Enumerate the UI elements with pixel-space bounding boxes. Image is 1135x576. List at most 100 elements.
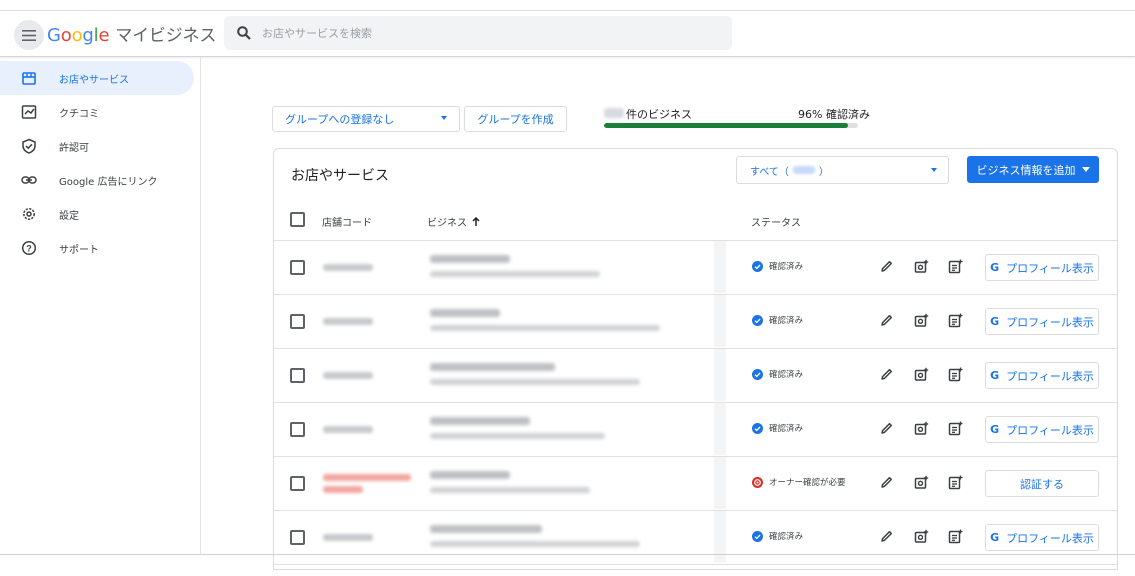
verification-progress-bar bbox=[604, 123, 858, 128]
google-g-icon: G bbox=[990, 369, 1000, 382]
view-profile-button[interactable]: G プロフィール表示 bbox=[985, 416, 1099, 443]
search-input[interactable]: お店やサービスを検索 bbox=[262, 25, 372, 41]
search-icon bbox=[237, 26, 251, 40]
sidebar-item-label: 設定 bbox=[59, 210, 79, 222]
edit-pencil-icon[interactable] bbox=[879, 421, 894, 436]
link-icon bbox=[21, 176, 37, 184]
create-post-icon[interactable] bbox=[948, 367, 963, 382]
create-group-button[interactable]: グループを作成 bbox=[464, 106, 567, 132]
view-profile-button[interactable]: G プロフィール表示 bbox=[985, 362, 1099, 389]
sidebar-item-locations[interactable]: お店やサービス bbox=[0, 61, 194, 95]
verified-check-icon bbox=[752, 260, 763, 272]
business-name-redacted bbox=[430, 471, 510, 479]
row-checkbox[interactable] bbox=[290, 368, 305, 383]
sidebar: お店やサービス クチコミ 許認可 Google 広告にリンク 設定 ? サポート bbox=[0, 57, 201, 555]
business-count-label: 件のビジネス bbox=[626, 108, 692, 121]
verified-check-icon bbox=[752, 530, 763, 542]
google-g-icon: G bbox=[990, 423, 1000, 436]
search-box[interactable]: お店やサービスを検索 bbox=[224, 16, 732, 50]
table-row[interactable]: 確認済み G プロフィール表示 bbox=[274, 511, 1117, 565]
edit-pencil-icon[interactable] bbox=[879, 313, 894, 328]
business-cell-edge bbox=[714, 295, 726, 347]
view-profile-button[interactable]: G プロフィール表示 bbox=[985, 524, 1099, 551]
sidebar-item-licenses[interactable]: 許認可 bbox=[0, 129, 194, 163]
dropdown-caret-icon bbox=[441, 116, 447, 120]
business-name-redacted bbox=[430, 309, 500, 317]
hamburger-menu-icon bbox=[22, 29, 36, 41]
table-row[interactable]: 確認済み G プロフィール表示 bbox=[274, 241, 1117, 295]
status-badge: 確認済み bbox=[752, 260, 803, 272]
sidebar-item-label: Google 広告にリンク bbox=[59, 176, 158, 188]
column-header-status[interactable]: ステータス bbox=[751, 214, 801, 229]
google-my-business-logo[interactable]: Google マイビジネス bbox=[47, 21, 216, 46]
status-badge: 確認済み bbox=[752, 368, 803, 380]
business-count-redacted bbox=[604, 108, 624, 118]
create-post-icon[interactable] bbox=[948, 313, 963, 328]
table-row[interactable]: 確認済み G プロフィール表示 bbox=[274, 295, 1117, 349]
main-menu-button[interactable] bbox=[14, 20, 44, 50]
sidebar-item-reviews[interactable]: クチコミ bbox=[0, 95, 194, 129]
table-row[interactable]: オーナー確認が必要 認証する bbox=[274, 457, 1117, 511]
google-g-icon: G bbox=[990, 315, 1000, 328]
store-code-redacted bbox=[323, 318, 373, 325]
row-checkbox[interactable] bbox=[290, 530, 305, 545]
dropdown-caret-icon bbox=[931, 168, 937, 172]
store-code-redacted bbox=[323, 372, 373, 379]
store-code-redacted bbox=[323, 264, 373, 271]
create-post-icon[interactable] bbox=[948, 475, 963, 490]
google-g-icon: G bbox=[990, 531, 1000, 544]
business-cell-edge bbox=[714, 403, 726, 455]
alert-icon bbox=[752, 476, 763, 488]
table-row[interactable]: 確認済み G プロフィール表示 bbox=[274, 403, 1117, 457]
add-photo-icon[interactable] bbox=[914, 367, 929, 382]
status-filter-select[interactable]: すべて（） bbox=[736, 156, 949, 184]
view-profile-button[interactable]: G プロフィール表示 bbox=[985, 254, 1099, 281]
add-business-button[interactable]: ビジネス情報を追加 bbox=[967, 156, 1099, 183]
edit-pencil-icon[interactable] bbox=[879, 529, 894, 544]
storefront-icon bbox=[22, 72, 36, 85]
verified-check-icon bbox=[752, 368, 763, 380]
store-code-redacted bbox=[323, 534, 373, 541]
add-photo-icon[interactable] bbox=[914, 313, 929, 328]
add-photo-icon[interactable] bbox=[914, 529, 929, 544]
create-post-icon[interactable] bbox=[948, 259, 963, 274]
row-checkbox[interactable] bbox=[290, 476, 305, 491]
create-post-icon[interactable] bbox=[948, 421, 963, 436]
business-name-redacted bbox=[430, 417, 530, 425]
verified-percent-label: 96% 確認済み bbox=[798, 108, 870, 121]
business-name-redacted bbox=[430, 363, 555, 371]
business-address-redacted bbox=[430, 433, 605, 439]
dropdown-caret-icon bbox=[1081, 167, 1090, 172]
business-cell-edge bbox=[714, 511, 726, 563]
column-header-business[interactable]: ビジネス bbox=[427, 214, 480, 229]
status-badge: 確認済み bbox=[752, 422, 803, 434]
business-address-redacted bbox=[430, 541, 640, 547]
row-checkbox[interactable] bbox=[290, 260, 305, 275]
row-checkbox[interactable] bbox=[290, 314, 305, 329]
table-row[interactable]: 確認済み G プロフィール表示 bbox=[274, 349, 1117, 403]
select-all-checkbox[interactable] bbox=[290, 212, 305, 227]
create-post-icon[interactable] bbox=[948, 529, 963, 544]
sidebar-item-label: クチコミ bbox=[59, 108, 99, 120]
table-header: 店舗コード ビジネス ステータス bbox=[274, 201, 1117, 241]
business-address-redacted bbox=[430, 271, 600, 277]
sidebar-item-settings[interactable]: 設定 bbox=[0, 197, 194, 231]
verify-button[interactable]: 認証する bbox=[985, 470, 1099, 497]
view-profile-button[interactable]: G プロフィール表示 bbox=[985, 308, 1099, 335]
store-code-redacted bbox=[323, 486, 363, 493]
edit-pencil-icon[interactable] bbox=[879, 259, 894, 274]
edit-pencil-icon[interactable] bbox=[879, 367, 894, 382]
add-photo-icon[interactable] bbox=[914, 421, 929, 436]
status-badge: 確認済み bbox=[752, 530, 803, 542]
edit-pencil-icon[interactable] bbox=[879, 475, 894, 490]
business-address-redacted bbox=[430, 379, 640, 385]
add-photo-icon[interactable] bbox=[914, 259, 929, 274]
card-title: お店やサービス bbox=[291, 168, 389, 184]
sidebar-item-support[interactable]: ? サポート bbox=[0, 231, 194, 265]
product-name: マイビジネス bbox=[115, 26, 217, 46]
column-header-code[interactable]: 店舗コード bbox=[322, 214, 372, 229]
sidebar-item-google-ads-link[interactable]: Google 広告にリンク bbox=[0, 163, 194, 197]
row-checkbox[interactable] bbox=[290, 422, 305, 437]
add-photo-icon[interactable] bbox=[914, 475, 929, 490]
group-select[interactable]: グループへの登録なし bbox=[272, 106, 460, 132]
